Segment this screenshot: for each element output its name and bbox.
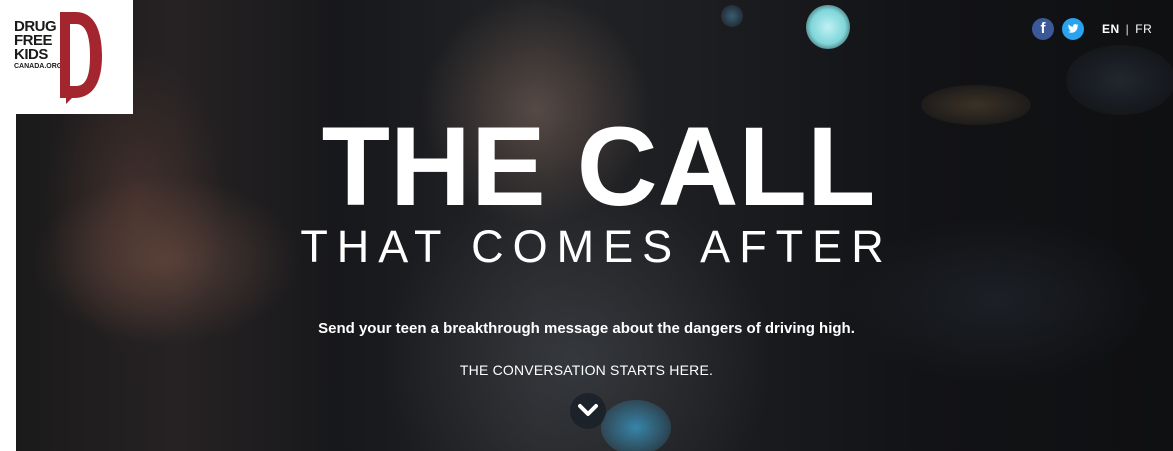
light-bokeh <box>806 5 850 49</box>
language-fr-link[interactable]: FR <box>1135 22 1152 36</box>
chevron-down-icon <box>578 404 598 416</box>
phone-glow <box>601 400 671 451</box>
site-logo[interactable]: DRUG FREE KIDS CANADA.ORG <box>0 0 133 114</box>
language-switcher: EN | FR <box>1102 22 1152 36</box>
light-bokeh <box>1066 45 1173 115</box>
twitter-icon[interactable] <box>1062 18 1084 40</box>
language-en-link[interactable]: EN <box>1102 22 1120 36</box>
conversation-cta[interactable]: THE CONVERSATION STARTS HERE. <box>0 362 1173 378</box>
scroll-down-button[interactable] <box>570 393 606 429</box>
logo-d-mark-icon <box>60 12 102 104</box>
hero-tagline: Send your teen a breakthrough message ab… <box>318 320 855 337</box>
hero-subtitle: THAT COMES AFTER <box>300 221 893 272</box>
hero-title: THE CALL <box>321 104 876 229</box>
light-bokeh <box>721 5 743 27</box>
twitter-bird-icon <box>1067 24 1079 33</box>
facebook-icon[interactable]: f <box>1032 18 1054 40</box>
language-separator: | <box>1125 22 1130 36</box>
